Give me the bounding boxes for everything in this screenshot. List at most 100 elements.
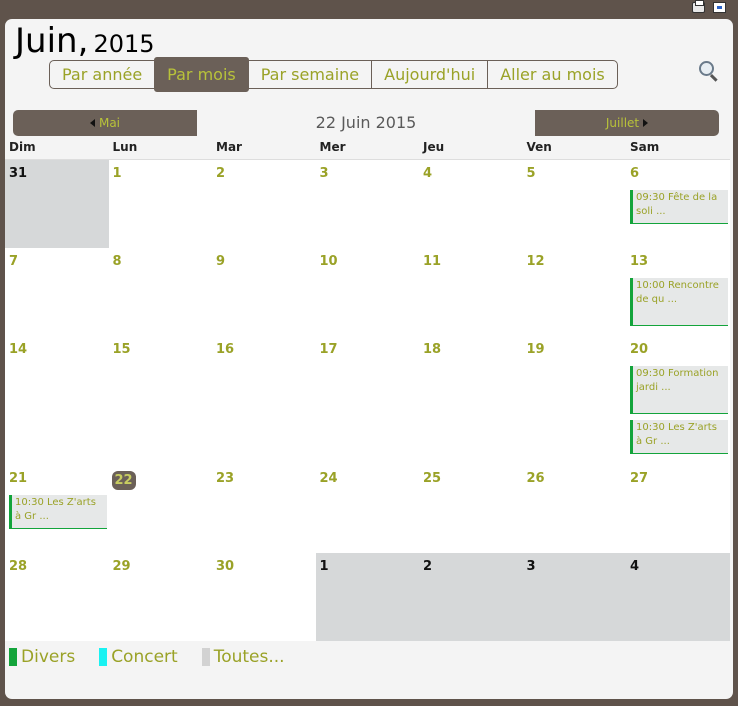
day-number[interactable]: 29 bbox=[113, 559, 131, 574]
day-cell[interactable]: 9 bbox=[212, 248, 316, 336]
day-cell[interactable]: 23 bbox=[212, 465, 316, 553]
legend-item[interactable]: Concert bbox=[99, 647, 178, 667]
day-name-header: Mer bbox=[319, 140, 346, 154]
day-cell[interactable]: 24 bbox=[315, 465, 419, 553]
day-cell[interactable]: 16 bbox=[212, 336, 316, 465]
day-cell[interactable]: 21 10:30 Les Z'arts à Gr ... bbox=[5, 465, 109, 553]
day-number[interactable]: 15 bbox=[113, 342, 131, 357]
day-cell[interactable]: 2 bbox=[212, 160, 316, 248]
view-week-button[interactable]: Par semaine bbox=[247, 60, 373, 89]
calendar-event[interactable]: 10:30 Les Z'arts à Gr ... bbox=[630, 420, 728, 454]
day-number[interactable]: 10 bbox=[320, 254, 338, 269]
day-number[interactable]: 20 bbox=[630, 342, 648, 357]
day-cell[interactable]: 6 09:30 Fête de la soli ... bbox=[626, 160, 730, 248]
day-cell[interactable]: 29 bbox=[108, 553, 212, 641]
day-number[interactable]: 14 bbox=[9, 342, 27, 357]
day-number[interactable]: 1 bbox=[113, 166, 122, 181]
day-number[interactable]: 11 bbox=[423, 254, 441, 269]
day-cell[interactable]: 7 bbox=[5, 248, 109, 336]
day-cell[interactable]: 25 bbox=[419, 465, 523, 553]
day-number[interactable]: 2 bbox=[423, 559, 432, 574]
day-number[interactable]: 7 bbox=[9, 254, 18, 269]
day-number[interactable]: 18 bbox=[423, 342, 441, 357]
day-number[interactable]: 21 bbox=[9, 471, 27, 486]
day-cell[interactable]: 26 bbox=[522, 465, 626, 553]
day-number[interactable]: 8 bbox=[113, 254, 122, 269]
day-cell[interactable]: 14 bbox=[5, 336, 109, 465]
day-cell[interactable]: 18 bbox=[419, 336, 523, 465]
day-number[interactable]: 16 bbox=[216, 342, 234, 357]
legend-item[interactable]: Divers bbox=[9, 647, 75, 667]
day-number[interactable]: 17 bbox=[320, 342, 338, 357]
day-number[interactable]: 2 bbox=[216, 166, 225, 181]
day-number[interactable]: 4 bbox=[423, 166, 432, 181]
day-number[interactable]: 9 bbox=[216, 254, 225, 269]
day-cell[interactable]: 5 bbox=[522, 160, 626, 248]
search-icon[interactable] bbox=[699, 61, 721, 83]
day-number[interactable]: 28 bbox=[9, 559, 27, 574]
calendar-event[interactable]: 09:30 Fête de la soli ... bbox=[630, 190, 728, 224]
view-month-button[interactable]: Par mois bbox=[154, 57, 249, 92]
day-number[interactable]: 12 bbox=[527, 254, 545, 269]
day-cell[interactable]: 8 bbox=[108, 248, 212, 336]
day-number[interactable]: 3 bbox=[320, 166, 329, 181]
week-row: 7 8 9 10 11 12 13 10:00 Rencontre de qu ... bbox=[5, 248, 730, 336]
day-cell[interactable]: 27 bbox=[626, 465, 730, 553]
day-cell[interactable]: 22 bbox=[108, 465, 212, 553]
day-number[interactable]: 4 bbox=[630, 559, 639, 574]
day-cell[interactable]: 20 09:30 Formation jardi ... 10:30 Les Z'a… bbox=[626, 336, 730, 465]
day-cell[interactable]: 19 bbox=[522, 336, 626, 465]
view-year-button[interactable]: Par année bbox=[49, 60, 156, 89]
day-cell[interactable]: 3 bbox=[315, 160, 419, 248]
email-icon[interactable] bbox=[713, 2, 726, 13]
legend-item[interactable]: Toutes... bbox=[201, 647, 285, 667]
go-to-month-button[interactable]: Aller au mois bbox=[487, 60, 618, 89]
calendar-panel: Juin, 2015 Par année Par mois Par semain… bbox=[5, 19, 733, 699]
day-number[interactable]: 25 bbox=[423, 471, 441, 486]
day-number[interactable]: 1 bbox=[320, 559, 329, 574]
day-number[interactable]: 19 bbox=[527, 342, 545, 357]
day-cell[interactable]: 13 10:00 Rencontre de qu ... bbox=[626, 248, 730, 336]
calendar-event[interactable]: 10:00 Rencontre de qu ... bbox=[630, 278, 728, 326]
day-cell[interactable]: 1 bbox=[315, 553, 419, 641]
day-cell[interactable]: 10 bbox=[315, 248, 419, 336]
day-number[interactable]: 24 bbox=[320, 471, 338, 486]
day-cell[interactable]: 3 bbox=[522, 553, 626, 641]
legend-label: Concert bbox=[111, 647, 178, 667]
printer-icon[interactable] bbox=[692, 0, 705, 13]
day-cell[interactable]: 30 bbox=[212, 553, 316, 641]
day-cell[interactable]: 15 bbox=[108, 336, 212, 465]
day-cell[interactable]: 17 bbox=[315, 336, 419, 465]
category-legend: Divers Concert Toutes... bbox=[9, 647, 309, 667]
day-number[interactable]: 3 bbox=[527, 559, 536, 574]
week-row: 14 15 16 17 18 19 20 09:30 Formation jardi ... 1… bbox=[5, 336, 730, 465]
next-month-button[interactable]: Juillet bbox=[535, 110, 719, 136]
day-number[interactable]: 5 bbox=[527, 166, 536, 181]
day-cell[interactable]: 1 bbox=[108, 160, 212, 248]
day-number[interactable]: 23 bbox=[216, 471, 234, 486]
day-number[interactable]: 30 bbox=[216, 559, 234, 574]
top-toolbar bbox=[692, 0, 726, 13]
day-cell[interactable]: 12 bbox=[522, 248, 626, 336]
day-number[interactable]: 31 bbox=[9, 166, 27, 181]
day-cell[interactable]: 11 bbox=[419, 248, 523, 336]
day-number[interactable]: 6 bbox=[630, 166, 639, 181]
calendar-event[interactable]: 09:30 Formation jardi ... bbox=[630, 366, 728, 414]
day-name-header: Mar bbox=[216, 140, 242, 154]
title-month: Juin, bbox=[15, 21, 89, 61]
today-day-number[interactable]: 22 bbox=[111, 471, 136, 490]
day-names-header: Dim Lun Mar Mer Jeu Ven Sam bbox=[5, 140, 733, 160]
calendar-event[interactable]: 10:30 Les Z'arts à Gr ... bbox=[9, 495, 107, 529]
day-name-header: Jeu bbox=[423, 140, 445, 154]
day-cell[interactable]: 31 bbox=[5, 160, 109, 248]
day-number[interactable]: 13 bbox=[630, 254, 648, 269]
prev-month-button[interactable]: Mai bbox=[13, 110, 197, 136]
day-number[interactable]: 27 bbox=[630, 471, 648, 486]
week-row: 21 10:30 Les Z'arts à Gr ... 22 23 24 25 26 27 bbox=[5, 465, 730, 553]
day-cell[interactable]: 4 bbox=[419, 160, 523, 248]
day-cell[interactable]: 4 bbox=[626, 553, 730, 641]
day-cell[interactable]: 28 bbox=[5, 553, 109, 641]
today-button[interactable]: Aujourd'hui bbox=[371, 60, 489, 89]
day-number[interactable]: 26 bbox=[527, 471, 545, 486]
day-cell[interactable]: 2 bbox=[419, 553, 523, 641]
